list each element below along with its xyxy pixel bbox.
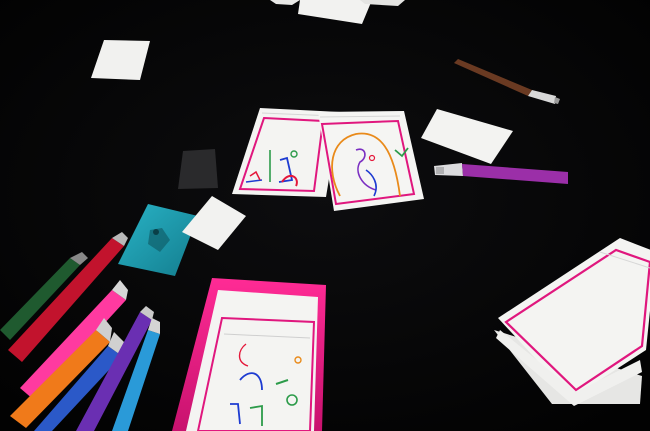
photo-scene [0,0,650,431]
scene-illustration [0,0,650,431]
eraser [178,149,218,189]
